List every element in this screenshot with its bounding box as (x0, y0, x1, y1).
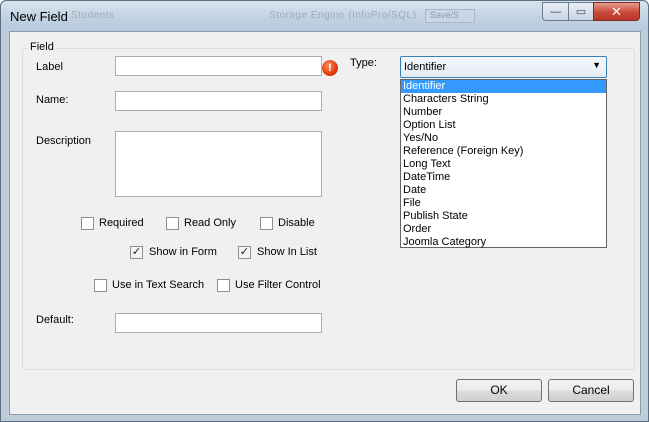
use-filter-control-label[interactable]: Use Filter Control (235, 279, 321, 291)
cancel-button[interactable]: Cancel (548, 379, 634, 402)
type-option[interactable]: Characters String (401, 93, 606, 106)
close-icon: ✕ (611, 3, 622, 19)
required-alert-icon: ! (322, 60, 338, 76)
minimize-icon: — (550, 5, 561, 18)
read-only-label[interactable]: Read Only (184, 217, 236, 229)
window-title: New Field (10, 9, 68, 24)
show-in-form-label[interactable]: Show in Form (149, 246, 217, 258)
minimize-button[interactable]: — (542, 2, 569, 21)
background-ghost-text: Students (71, 10, 115, 21)
checkmark-icon: ✓ (239, 246, 250, 258)
close-button[interactable]: ✕ (593, 2, 640, 21)
use-in-text-search-label[interactable]: Use in Text Search (112, 279, 204, 291)
disable-checkbox[interactable] (260, 217, 273, 230)
type-option[interactable]: Order (401, 223, 606, 236)
type-field-label: Type: (350, 57, 377, 69)
type-option[interactable]: Identifier (401, 80, 606, 93)
type-option[interactable]: Long Text (401, 158, 606, 171)
show-in-list-checkbox[interactable]: ✓ (238, 246, 251, 259)
type-option[interactable]: Yes/No (401, 132, 606, 145)
show-in-list-label[interactable]: Show In List (257, 246, 317, 258)
chevron-down-icon[interactable]: ▼ (592, 60, 601, 70)
background-ghost-text: Storage Engine (InfoPro/SQL) (269, 10, 417, 21)
dialog-body: Field Label ! Name: Description Required… (9, 31, 641, 415)
type-option[interactable]: DateTime (401, 171, 606, 184)
name-field-label: Name: (36, 94, 69, 106)
background-ghost-text: Save/S (425, 9, 475, 23)
type-option[interactable]: Joomla Category (401, 236, 606, 249)
maximize-button[interactable]: ▭ (568, 2, 594, 21)
type-option[interactable]: Date (401, 184, 606, 197)
description-field-label: Description (36, 135, 92, 147)
required-checkbox[interactable] (81, 217, 94, 230)
default-input[interactable] (115, 313, 322, 333)
type-select-value: Identifier (404, 61, 447, 73)
type-select[interactable]: Identifier ▼ (400, 56, 607, 78)
checkmark-icon: ✓ (131, 246, 142, 258)
dialog-window: New Field Students Storage Engine (InfoP… (0, 0, 649, 422)
type-option[interactable]: Publish State (401, 210, 606, 223)
use-in-text-search-checkbox[interactable] (94, 279, 107, 292)
show-in-form-checkbox[interactable]: ✓ (130, 246, 143, 259)
required-label[interactable]: Required (99, 217, 144, 229)
type-dropdown-list: Identifier Characters String Number Opti… (400, 79, 607, 248)
description-textarea[interactable] (115, 131, 322, 197)
label-input[interactable] (115, 56, 322, 76)
title-bar[interactable]: New Field Students Storage Engine (InfoP… (1, 1, 648, 31)
use-filter-control-checkbox[interactable] (217, 279, 230, 292)
type-option[interactable]: Reference (Foreign Key) (401, 145, 606, 158)
groupbox-label: Field (28, 41, 56, 53)
type-option[interactable]: File (401, 197, 606, 210)
maximize-icon: ▭ (575, 6, 587, 18)
read-only-checkbox[interactable] (166, 217, 179, 230)
label-field-label: Label (36, 61, 63, 73)
name-input[interactable] (115, 91, 322, 111)
type-option[interactable]: Number (401, 106, 606, 119)
ok-button[interactable]: OK (456, 379, 542, 402)
disable-label[interactable]: Disable (278, 217, 315, 229)
type-option[interactable]: Option List (401, 119, 606, 132)
default-field-label: Default: (36, 314, 74, 326)
